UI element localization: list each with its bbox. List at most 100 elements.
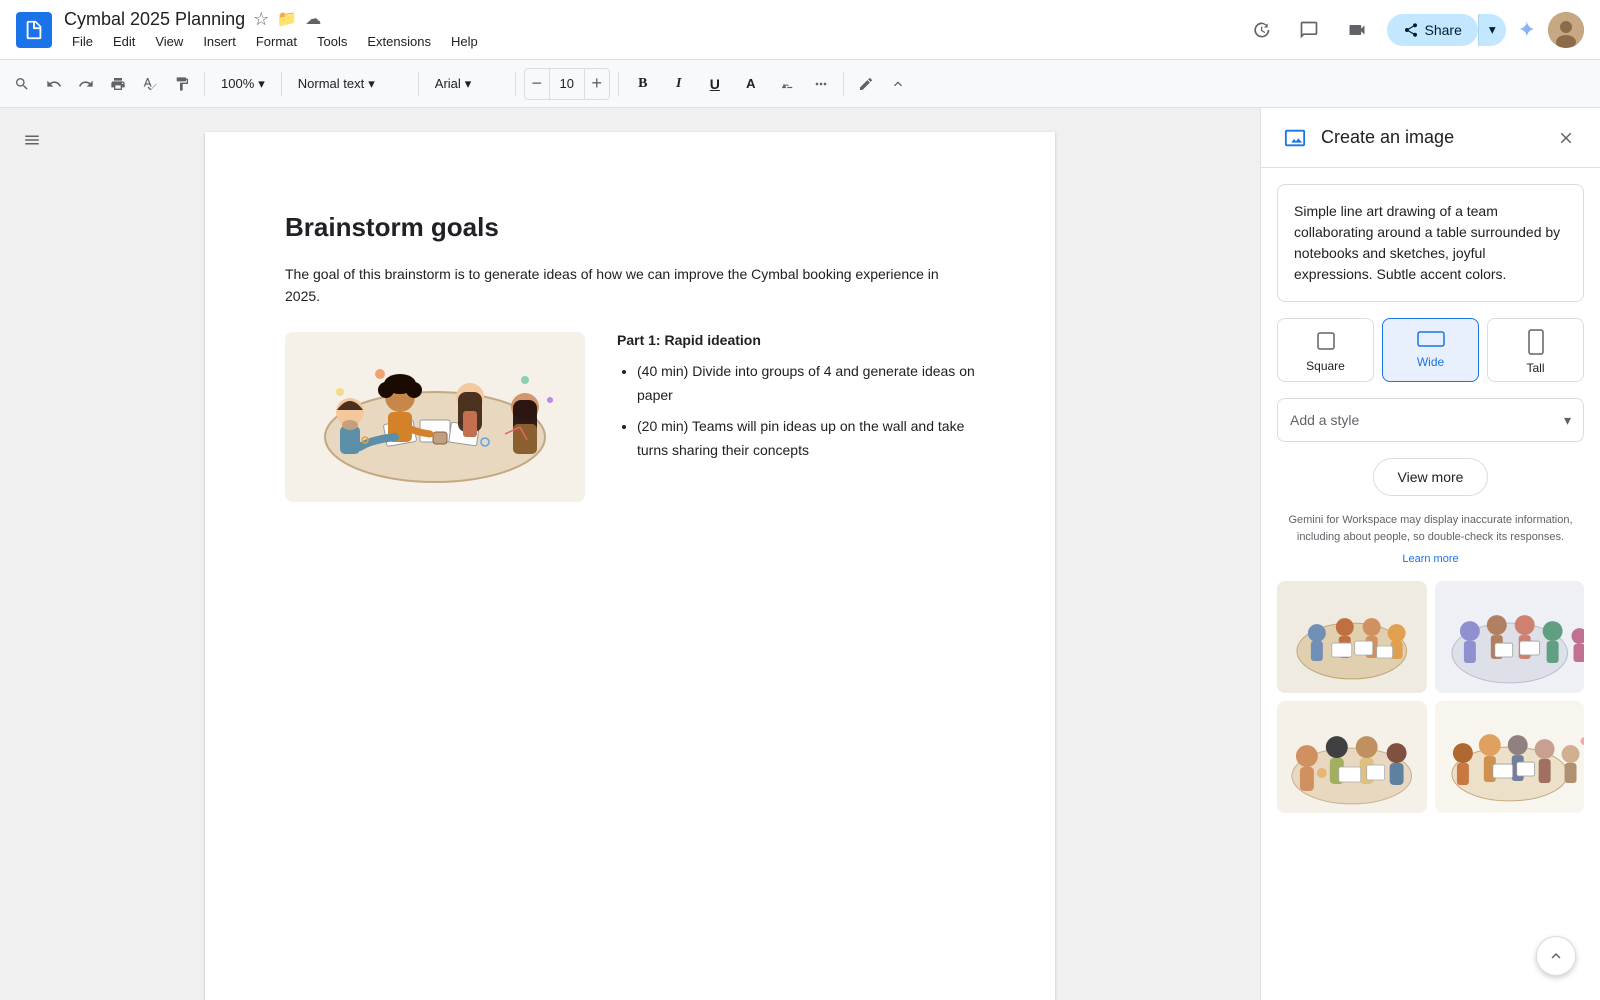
gemini-button[interactable]: ✦ xyxy=(1518,17,1536,43)
underline-button[interactable]: U xyxy=(699,68,731,100)
separator-5 xyxy=(618,72,619,96)
scroll-to-top-button[interactable] xyxy=(1536,936,1576,976)
generated-image-4[interactable] xyxy=(1435,701,1585,813)
document-intro: The goal of this brainstorm is to genera… xyxy=(285,263,975,308)
sidebar-toggle[interactable] xyxy=(16,124,48,156)
font-selector[interactable]: Arial ▾ xyxy=(427,68,507,100)
share-text: Share xyxy=(1425,22,1462,38)
share-button-group: View more Share ▾ xyxy=(1387,14,1506,46)
highlight-button[interactable] xyxy=(771,68,803,100)
italic-button[interactable]: I xyxy=(663,68,695,100)
menu-view[interactable]: View xyxy=(147,32,191,51)
document-heading: Brainstorm goals xyxy=(285,212,975,243)
top-right-controls: View more Share ▾ ✦ xyxy=(1243,12,1585,48)
style-placeholder: Add a style xyxy=(1290,412,1359,428)
font-size-decrease[interactable]: − xyxy=(525,69,549,99)
tall-aspect-icon xyxy=(1528,329,1544,355)
paint-format-button[interactable] xyxy=(168,68,196,100)
menu-file[interactable]: File xyxy=(64,32,101,51)
generated-image-3[interactable] xyxy=(1277,701,1427,813)
zoom-value: 100% xyxy=(221,76,254,91)
share-dropdown-arrow[interactable]: ▾ xyxy=(1478,14,1506,46)
aspect-tall-button[interactable]: Tall xyxy=(1487,318,1584,382)
team-illustration xyxy=(285,332,585,502)
font-size-input[interactable]: 10 xyxy=(549,69,585,99)
menu-insert[interactable]: Insert xyxy=(195,32,244,51)
pen-mode-button[interactable] xyxy=(852,68,880,100)
doc-title-area: Cymbal 2025 Planning ☆ 📁 ☁ File Edit Vie… xyxy=(64,9,1231,51)
prompt-text[interactable]: Simple line art drawing of a team collab… xyxy=(1277,184,1584,302)
style-dropdown[interactable]: Add a style ▾ xyxy=(1277,398,1584,442)
document-area[interactable]: Brainstorm goals The goal of this brains… xyxy=(0,108,1260,1000)
video-button[interactable] xyxy=(1339,12,1375,48)
document-page: Brainstorm goals The goal of this brains… xyxy=(205,132,1055,1000)
toolbar: 100% ▾ Normal text ▾ Arial ▾ − 10 + B I … xyxy=(0,60,1600,108)
panel-close-button[interactable] xyxy=(1552,124,1580,152)
separator-6 xyxy=(843,72,844,96)
learn-more-link[interactable]: Learn more xyxy=(1277,553,1584,565)
create-image-icon xyxy=(1281,124,1309,152)
disclaimer-text: Gemini for Workspace may display inaccur… xyxy=(1277,512,1584,545)
app-icon[interactable] xyxy=(16,12,52,48)
style-caret-icon: ▾ xyxy=(368,76,375,92)
top-bar: Cymbal 2025 Planning ☆ 📁 ☁ File Edit Vie… xyxy=(0,0,1600,60)
undo-button[interactable] xyxy=(40,68,68,100)
bullet-item-2: (20 min) Teams will pin ideas up on the … xyxy=(637,415,975,463)
aspect-ratio-row: Square Wide Tall xyxy=(1277,318,1584,382)
user-avatar[interactable] xyxy=(1548,12,1584,48)
generated-images-grid xyxy=(1277,581,1584,813)
text-color-icon: A xyxy=(746,76,755,91)
menu-edit[interactable]: Edit xyxy=(105,32,143,51)
wide-aspect-icon xyxy=(1417,329,1445,349)
bullet-list: (40 min) Divide into groups of 4 and gen… xyxy=(617,360,975,463)
search-toolbar-btn[interactable] xyxy=(8,68,36,100)
font-size-increase[interactable]: + xyxy=(585,69,609,99)
zoom-caret-icon: ▾ xyxy=(258,76,265,92)
aspect-wide-button[interactable]: Wide xyxy=(1382,318,1479,382)
history-button[interactable] xyxy=(1243,12,1279,48)
star-icon[interactable]: ☆ xyxy=(253,9,269,30)
bullet-item-1: (40 min) Divide into groups of 4 and gen… xyxy=(637,360,975,408)
aspect-square-button[interactable]: Square xyxy=(1277,318,1374,382)
doc-section: Part 1: Rapid ideation (40 min) Divide i… xyxy=(617,332,975,471)
separator-3 xyxy=(418,72,419,96)
panel-title: Create an image xyxy=(1321,127,1540,148)
style-value: Normal text xyxy=(298,76,364,91)
text-color-button[interactable]: A xyxy=(735,68,767,100)
doc-icons: ☆ 📁 ☁ xyxy=(253,9,321,30)
content-block: Part 1: Rapid ideation (40 min) Divide i… xyxy=(285,332,975,502)
bold-button[interactable]: B xyxy=(627,68,659,100)
print-button[interactable] xyxy=(104,68,132,100)
spellcheck-button[interactable] xyxy=(136,68,164,100)
more-formatting-btn[interactable] xyxy=(807,68,835,100)
menu-extensions[interactable]: Extensions xyxy=(359,32,439,51)
cloud-icon[interactable]: ☁ xyxy=(305,9,321,29)
generated-image-1[interactable] xyxy=(1277,581,1427,693)
wide-label: Wide xyxy=(1417,355,1444,369)
expand-toolbar-btn[interactable] xyxy=(884,68,912,100)
doc-title[interactable]: Cymbal 2025 Planning xyxy=(64,9,245,30)
zoom-control[interactable]: 100% ▾ xyxy=(213,68,273,100)
style-dropdown-arrow: ▾ xyxy=(1564,412,1571,429)
menu-bar: File Edit View Insert Format Tools Exten… xyxy=(64,32,1231,51)
font-size-control: − 10 + xyxy=(524,68,610,100)
panel-header: Create an image xyxy=(1261,108,1600,168)
tall-label: Tall xyxy=(1526,361,1544,375)
style-selector[interactable]: Normal text ▾ xyxy=(290,68,410,100)
folder-icon[interactable]: 📁 xyxy=(277,9,297,29)
right-panel: Create an image Simple line art drawing … xyxy=(1260,108,1600,1000)
menu-help[interactable]: Help xyxy=(443,32,486,51)
panel-content: Simple line art drawing of a team collab… xyxy=(1261,168,1600,1000)
menu-format[interactable]: Format xyxy=(248,32,305,51)
redo-button[interactable] xyxy=(72,68,100,100)
separator-2 xyxy=(281,72,282,96)
font-caret-icon: ▾ xyxy=(465,76,472,92)
share-button[interactable]: View more Share xyxy=(1387,14,1478,46)
view-more-button[interactable]: View more xyxy=(1373,458,1489,496)
menu-tools[interactable]: Tools xyxy=(309,32,355,51)
generated-image-2[interactable] xyxy=(1435,581,1585,693)
square-aspect-icon xyxy=(1314,329,1338,353)
chat-button[interactable] xyxy=(1291,12,1327,48)
square-label: Square xyxy=(1306,359,1345,373)
separator-1 xyxy=(204,72,205,96)
